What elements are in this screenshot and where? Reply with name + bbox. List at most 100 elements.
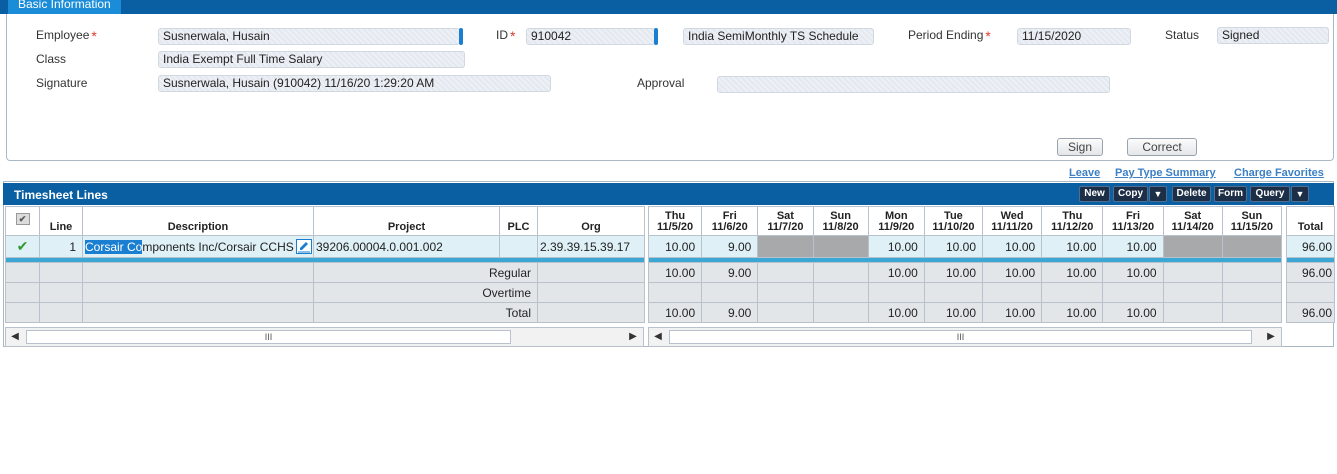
summary-hours-cell: 10.00 (923, 302, 984, 323)
scroll-left-icon[interactable]: ◀ (8, 330, 22, 344)
hours-cell[interactable]: 10.00 (982, 235, 1043, 258)
day-header: Sun 11/8/20 (812, 206, 869, 236)
summary-hours-cell: 9.00 (701, 302, 759, 323)
sign-button[interactable]: Sign (1057, 138, 1103, 156)
signature-label: Signature (36, 76, 88, 90)
hours-cell[interactable] (1162, 235, 1223, 258)
table-row[interactable]: ✔ 1 Corsair Components Inc/Corsair CCHS … (5, 235, 645, 258)
scroll-thumb[interactable]: III (26, 330, 511, 344)
new-button[interactable]: New (1079, 186, 1110, 202)
description-cell[interactable]: Corsair Components Inc/Corsair CCHS (82, 235, 314, 258)
class-field[interactable]: India Exempt Full Time Salary (158, 51, 465, 68)
timesheet-lines-title: Timesheet Lines (14, 188, 108, 202)
day-header: Thu 11/5/20 (647, 206, 703, 236)
delete-button[interactable]: Delete (1172, 186, 1211, 202)
col-plc-header[interactable]: PLC (499, 206, 538, 236)
hours-cell[interactable]: 10.00 (647, 235, 703, 258)
timesheet-lines-header: Timesheet Lines New Copy ▼ Delete Form Q… (3, 183, 1334, 205)
hours-cell[interactable] (757, 235, 814, 258)
description-text: mponents Inc/Corsair CCHS (142, 239, 294, 254)
status-label: Status (1165, 28, 1200, 42)
charge-favorites-link[interactable]: Charge Favorites (1234, 167, 1324, 179)
hours-cell[interactable]: 9.00 (701, 235, 759, 258)
hours-cell[interactable] (812, 235, 869, 258)
summary-label: Overtime (313, 282, 538, 303)
summary-hours-cell: 10.00 (982, 262, 1043, 283)
day-date: 11/14/20 (1171, 221, 1214, 233)
col-description-header[interactable]: Description (82, 206, 314, 236)
summary-hours-cell: 10.00 (867, 262, 925, 283)
table-row[interactable]: 10.00 9.00 10.00 10.00 10.00 10.00 10.00 (647, 235, 1283, 258)
period-ending-label: Period Ending * (908, 28, 991, 44)
scroll-right-icon[interactable]: ▶ (626, 330, 640, 344)
project-cell[interactable]: 39206.00004.0.001.002 (313, 235, 500, 258)
col-line-header[interactable]: Line (39, 206, 83, 236)
summary-row-total: 10.00 9.00 10.00 10.00 10.00 10.00 10.00 (647, 302, 1283, 323)
summary-hours-cell (867, 282, 925, 303)
timesheet-days-grid: Thu 11/5/20 Fri 11/6/20 Sat 11/7/20 Sun 11/8/20… (647, 206, 1283, 323)
day-header: Thu 11/12/20 (1041, 206, 1104, 236)
timesheet-left-grid: ✔ Line Description Project PLC Org ✔ 1 C… (5, 206, 645, 323)
day-date: 11/11/20 (991, 221, 1033, 233)
status-field[interactable]: Signed (1217, 27, 1329, 44)
day-header: Sat 11/14/20 (1162, 206, 1223, 236)
summary-hours-cell (1162, 282, 1223, 303)
summary-hours-cell: 10.00 (1102, 302, 1164, 323)
hours-cell[interactable]: 10.00 (1102, 235, 1164, 258)
select-all-header[interactable]: ✔ (5, 206, 40, 236)
signature-field[interactable]: Susnerwala, Husain (910042) 11/16/20 1:2… (158, 75, 551, 92)
pay-type-summary-link[interactable]: Pay Type Summary (1115, 167, 1216, 179)
period-ending-field[interactable]: 11/15/2020 (1017, 28, 1131, 45)
hours-cell[interactable]: 10.00 (867, 235, 925, 258)
org-cell[interactable]: 2.39.39.15.39.17 (537, 235, 645, 258)
plc-cell[interactable] (499, 235, 538, 258)
basic-info-tab[interactable]: Basic Information (8, 0, 121, 14)
day-date: 11/10/20 (932, 221, 975, 233)
col-total-header[interactable]: Total (1286, 206, 1335, 236)
summary-label: Regular (313, 262, 538, 283)
copy-dropdown-icon[interactable]: ▼ (1149, 186, 1167, 202)
query-button[interactable]: Query (1250, 186, 1290, 202)
summary-row-overtime: Overtime (5, 282, 645, 303)
description-selected-text: Corsair Co (85, 239, 143, 254)
day-header: Mon 11/9/20 (867, 206, 925, 236)
day-header: Fri 11/13/20 (1102, 206, 1164, 236)
form-button[interactable]: Form (1214, 186, 1247, 202)
id-lookup-marker[interactable] (654, 28, 658, 45)
col-org-header[interactable]: Org (537, 206, 645, 236)
select-all-checkbox[interactable]: ✔ (15, 213, 30, 225)
hours-cell[interactable]: 10.00 (923, 235, 984, 258)
day-header: Fri 11/6/20 (701, 206, 759, 236)
hours-cell[interactable]: 10.00 (1041, 235, 1104, 258)
summary-hours-cell (1221, 302, 1283, 323)
employee-lookup-marker[interactable] (459, 28, 463, 45)
regular-total: 96.00 (1286, 262, 1335, 283)
correct-button[interactable]: Correct (1127, 138, 1197, 156)
day-header: Sat 11/7/20 (757, 206, 814, 236)
schedule-field[interactable]: India SemiMonthly TS Schedule (683, 28, 874, 45)
summary-hours-cell (1221, 282, 1283, 303)
query-dropdown-icon[interactable]: ▼ (1291, 186, 1309, 202)
scroll-left-icon[interactable]: ◀ (651, 330, 665, 344)
employee-field[interactable]: Susnerwala, Husain (158, 28, 460, 45)
summary-hours-cell (812, 302, 869, 323)
approval-field[interactable] (717, 76, 1110, 93)
day-header: Tue 11/10/20 (923, 206, 984, 236)
scroll-thumb[interactable]: III (669, 330, 1252, 344)
summary-hours-cell (1102, 282, 1164, 303)
basic-info-header-bar: Basic Information (0, 0, 1337, 14)
right-horizontal-scrollbar[interactable]: ◀ III ▶ (648, 327, 1282, 347)
edit-icon[interactable] (296, 239, 312, 254)
left-horizontal-scrollbar[interactable]: ◀ III ▶ (5, 327, 644, 347)
day-date: 11/15/20 (1230, 221, 1273, 233)
id-field[interactable]: 910042 (526, 28, 655, 45)
scroll-right-icon[interactable]: ▶ (1264, 330, 1278, 344)
day-date: 11/13/20 (1111, 221, 1155, 233)
hours-cell[interactable] (1221, 235, 1283, 258)
leave-link[interactable]: Leave (1069, 167, 1100, 179)
summary-hours-cell (1041, 282, 1104, 303)
day-date: 11/12/20 (1051, 221, 1094, 233)
row-check-icon: ✔ (5, 235, 40, 258)
col-project-header[interactable]: Project (313, 206, 500, 236)
copy-button[interactable]: Copy (1113, 186, 1148, 202)
